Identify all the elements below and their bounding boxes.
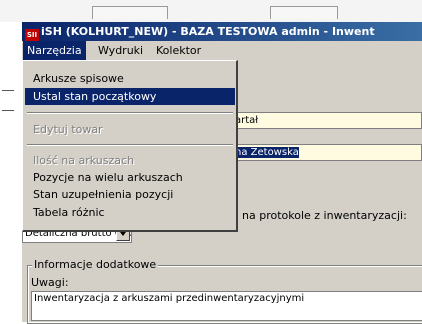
menu-item-pozycje-na-wielu-arkuszach[interactable]: Pozycje na wielu arkuszach	[25, 169, 235, 186]
menu-wydruki[interactable]: Wydruki	[94, 41, 147, 60]
background-left-strip	[0, 22, 22, 322]
background-frame	[270, 6, 338, 19]
window-title-bar[interactable]: SII iSH (KOLHURT_NEW) - BAZA TESTOWA admi…	[22, 22, 422, 41]
menu-separator	[27, 144, 233, 146]
app-icon: SII	[25, 29, 39, 41]
menu-item-arkusze-spisowe[interactable]: Arkusze spisowe	[25, 70, 235, 87]
notes-textarea[interactable]: Inwentaryzacja z arkuszami przedinwentar…	[31, 291, 422, 321]
selected-text: na Zetowska	[235, 147, 299, 158]
background-mark	[2, 90, 14, 91]
menu-item-ustal-stan-poczatkowy[interactable]: Ustal stan początkowy	[25, 88, 235, 105]
protocol-label: na protokole z inwentaryzacji:	[242, 209, 407, 222]
menu-narzedzia[interactable]: Narzędzia	[23, 41, 86, 60]
menu-kolektor[interactable]: Kolektor	[152, 41, 205, 60]
form-field-2[interactable]: na Zetowska	[232, 144, 422, 161]
menu-item-edytuj-towar: Edytuj towar	[33, 123, 103, 136]
menu-item-stan-uzupelnienia-pozycji[interactable]: Stan uzupełnienia pozycji	[25, 186, 235, 203]
form-field-1[interactable]: artał	[232, 112, 422, 129]
notes-label: Uwagi:	[31, 276, 69, 289]
menu-bar: Narzędzia Wydruki Kolektor	[22, 41, 422, 60]
info-groupbox: Informacje dodatkowe Uwagi: Inwentaryzac…	[27, 258, 422, 324]
group-title: Informacje dodatkowe	[32, 258, 159, 271]
background-window-strip	[0, 0, 422, 22]
background-mark	[2, 110, 14, 111]
background-frame	[92, 6, 168, 19]
menu-item-tabela-roznic[interactable]: Tabela różnic	[25, 204, 235, 221]
narzedzia-dropdown-menu: Arkusze spisowe Ustal stan początkowy Ed…	[22, 60, 238, 232]
window-title: iSH (KOLHURT_NEW) - BAZA TESTOWA admin -…	[41, 25, 375, 38]
menu-item-ilosc-na-arkuszach: Ilość na arkuszach	[33, 154, 135, 167]
menu-separator	[27, 112, 233, 114]
